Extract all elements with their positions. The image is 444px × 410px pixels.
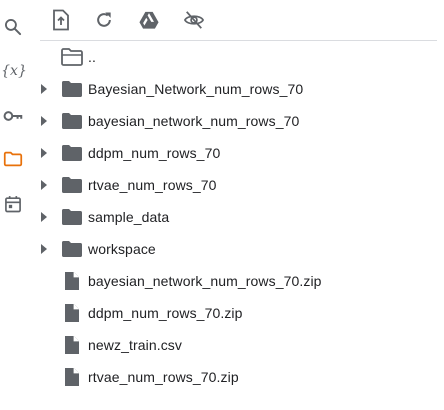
search-icon[interactable] [1,15,25,39]
expand-caret-icon[interactable] [38,179,50,191]
parent-directory-label: .. [88,49,96,65]
folder-row[interactable]: rtvae_num_rows_70 [32,169,442,201]
expand-caret-icon[interactable] [38,243,50,255]
file-name: newz_train.csv [88,337,182,353]
expand-caret-icon[interactable] [38,211,50,223]
folder-name: rtvae_num_rows_70 [88,177,217,193]
file-name: ddpm_num_rows_70.zip [88,305,243,321]
file-icon [60,301,84,325]
upload-file-icon[interactable] [49,8,73,32]
folder-row[interactable]: bayesian_network_num_rows_70 [32,105,442,137]
file-row[interactable]: ddpm_num_rows_70.zip [32,297,442,329]
folder-name: workspace [88,241,156,257]
folder-icon [60,141,84,165]
hide-icon[interactable] [182,8,206,32]
expand-caret-icon[interactable] [38,115,50,127]
key-icon[interactable] [1,104,25,128]
file-icon [60,269,84,293]
folder-row[interactable]: sample_data [32,201,442,233]
file-icon [60,365,84,389]
folder-name: bayesian_network_num_rows_70 [88,113,300,129]
folder-row[interactable]: workspace [32,233,442,265]
side-rail: {x} [0,0,28,410]
file-row[interactable]: rtvae_num_rows_70.zip [32,361,442,393]
folder-icon [60,205,84,229]
folder-open-icon [60,45,84,69]
file-icon [60,333,84,357]
file-row[interactable]: newz_train.csv [32,329,442,361]
file-name: rtvae_num_rows_70.zip [88,369,239,385]
variables-icon[interactable]: {x} [1,59,27,83]
google-drive-icon[interactable] [137,8,161,32]
folder-icon [60,109,84,133]
expand-caret-icon[interactable] [38,83,50,95]
folder-icon [60,237,84,261]
folder-name: ddpm_num_rows_70 [88,145,221,161]
file-toolbar [40,4,440,36]
folder-row[interactable]: ddpm_num_rows_70 [32,137,442,169]
expand-caret-icon[interactable] [38,147,50,159]
folder-icon [60,173,84,197]
file-row[interactable]: bayesian_network_num_rows_70.zip [32,265,442,297]
folder-icon [60,77,84,101]
folder-icon[interactable] [1,147,25,171]
variables-label: {x} [1,63,27,79]
folder-name: sample_data [88,209,170,225]
parent-directory[interactable]: .. [32,41,442,73]
file-name: bayesian_network_num_rows_70.zip [88,273,322,289]
folder-row[interactable]: Bayesian_Network_num_rows_70 [32,73,442,105]
calendar-icon[interactable] [1,192,25,216]
refresh-icon[interactable] [92,8,116,32]
folder-name: Bayesian_Network_num_rows_70 [88,81,304,97]
